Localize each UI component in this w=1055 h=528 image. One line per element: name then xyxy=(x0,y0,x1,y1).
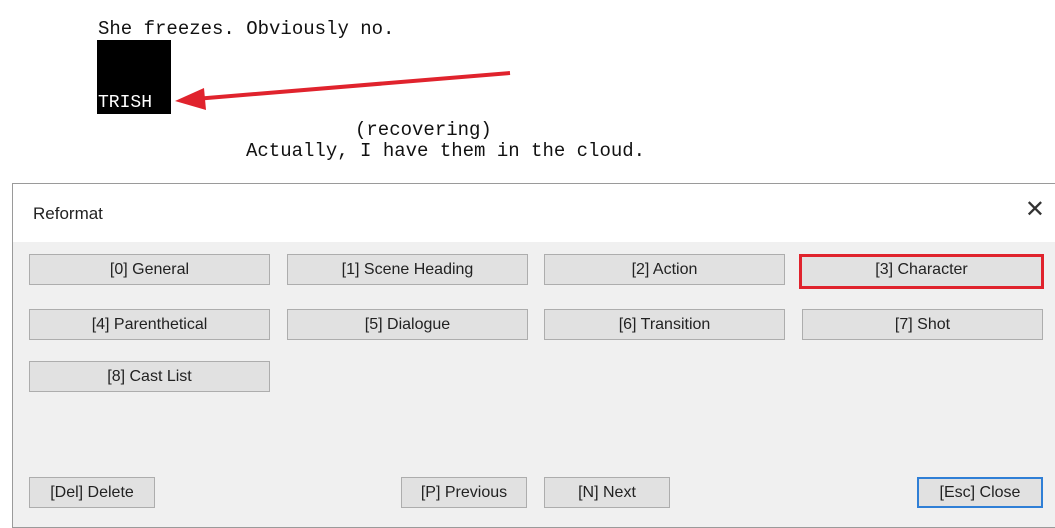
reformat-dialog: Reformat ✕ [0] General [1] Scene Heading… xyxy=(12,183,1055,528)
dialog-titlebar: Reformat ✕ xyxy=(13,184,1055,242)
transition-button[interactable]: [6] Transition xyxy=(544,309,785,340)
shot-button[interactable]: [7] Shot xyxy=(802,309,1043,340)
red-arrow-annotation xyxy=(175,71,511,110)
dialogue-line: Actually, I have them in the cloud. xyxy=(246,140,646,162)
delete-button[interactable]: [Del] Delete xyxy=(29,477,155,508)
dialogue-button[interactable]: [5] Dialogue xyxy=(287,309,528,340)
script-editor[interactable]: She freezes. Obviously no. TRISH (recove… xyxy=(0,0,1055,180)
next-button[interactable]: [N] Next xyxy=(544,477,670,508)
parenthetical-line: (recovering) xyxy=(355,119,492,141)
dialog-title: Reformat xyxy=(33,204,103,223)
general-button[interactable]: [0] General xyxy=(29,254,270,285)
scene-heading-button[interactable]: [1] Scene Heading xyxy=(287,254,528,285)
close-icon[interactable]: ✕ xyxy=(1025,198,1045,222)
close-button[interactable]: [Esc] Close xyxy=(917,477,1043,508)
action-button[interactable]: [2] Action xyxy=(544,254,785,285)
action-line: She freezes. Obviously no. xyxy=(98,18,395,40)
previous-button[interactable]: [P] Previous xyxy=(401,477,527,508)
cast-list-button[interactable]: [8] Cast List xyxy=(29,361,270,392)
character-button[interactable]: [3] Character xyxy=(799,254,1044,289)
character-name: TRISH xyxy=(98,93,153,113)
parenthetical-button[interactable]: [4] Parenthetical xyxy=(29,309,270,340)
